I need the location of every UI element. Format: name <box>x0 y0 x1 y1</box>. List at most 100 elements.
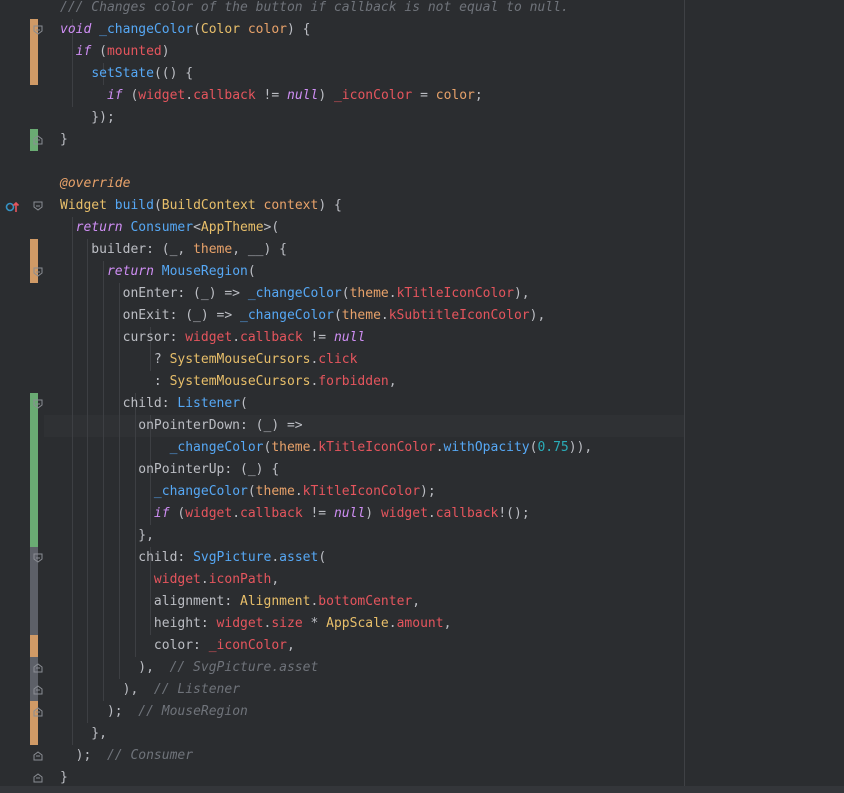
code-token: ), <box>529 308 546 323</box>
code-token: widget <box>380 506 428 521</box>
code-token: ( <box>91 44 107 59</box>
code-line[interactable]: height: widget.size * AppScale.amount, <box>60 613 451 635</box>
code-token: ( <box>193 22 201 37</box>
code-line[interactable]: setState(() { <box>60 63 193 85</box>
code-line[interactable]: }, <box>60 525 154 547</box>
code-token: ), <box>60 660 170 675</box>
code-token: != <box>302 330 334 345</box>
code-line[interactable]: if (widget.callback != null) _iconColor … <box>60 85 483 107</box>
code-line[interactable]: builder: (_, theme, __) { <box>60 239 287 261</box>
code-token: widget <box>138 88 186 103</box>
code-token: , __) { <box>232 242 287 257</box>
code-token: ), <box>60 682 154 697</box>
code-token: Color <box>200 22 241 37</box>
code-token: ? <box>60 352 170 367</box>
code-token: color <box>247 22 287 37</box>
code-line[interactable]: if (mounted) <box>60 41 170 63</box>
code-token: kTitleIconColor <box>318 440 436 455</box>
code-token: forbidden <box>318 374 389 389</box>
code-token: null <box>333 506 366 521</box>
code-token: . <box>388 286 397 301</box>
code-token: ( <box>240 396 248 411</box>
code-line[interactable]: : SystemMouseCursors.forbidden, <box>60 371 397 393</box>
code-token: callback <box>240 506 303 521</box>
code-token: if <box>153 506 170 521</box>
code-token: click <box>318 352 358 367</box>
code-line[interactable]: onEnter: (_) => _changeColor(theme.kTitl… <box>60 283 530 305</box>
code-token: , <box>443 616 452 631</box>
code-line[interactable]: ), // SvgPicture.asset <box>60 657 318 679</box>
code-token: . <box>232 506 241 521</box>
code-token: ( <box>247 264 256 279</box>
code-token: ( <box>341 286 350 301</box>
code-line[interactable]: child: SvgPicture.asset( <box>60 547 326 569</box>
code-line[interactable]: color: _iconColor, <box>60 635 295 657</box>
code-token: withOpacity <box>443 440 530 455</box>
code-token: kTitleIconColor <box>396 286 514 301</box>
code-token: . <box>271 550 280 565</box>
code-area[interactable]: /// Changes color of the button if callb… <box>0 0 844 793</box>
code-line[interactable]: child: Listener( <box>60 393 248 415</box>
horizontal-scrollbar[interactable] <box>0 786 844 793</box>
code-line[interactable]: onExit: (_) => _changeColor(theme.kSubti… <box>60 305 546 327</box>
code-token: asset <box>279 550 319 565</box>
code-token: theme <box>341 308 381 323</box>
code-token: theme <box>349 286 389 301</box>
code-line[interactable]: return Consumer<AppTheme>( <box>60 217 280 239</box>
code-token: ) { <box>287 22 311 37</box>
code-line[interactable]: cursor: widget.callback != null <box>60 327 366 349</box>
code-line[interactable]: ); // MouseRegion <box>60 701 248 723</box>
code-token: != <box>255 88 288 103</box>
code-token: cursor: <box>60 330 186 345</box>
code-line[interactable]: } <box>60 129 68 151</box>
code-line[interactable]: ); // Consumer <box>60 745 193 767</box>
code-line[interactable]: widget.iconPath, <box>60 569 279 591</box>
code-line[interactable]: /// Changes color of the button if callb… <box>60 0 569 19</box>
code-line[interactable]: _changeColor(theme.kTitleIconColor); <box>60 481 436 503</box>
code-line[interactable]: onPointerDown: (_) => <box>60 415 302 437</box>
code-token: . <box>380 308 389 323</box>
code-token: _changeColor <box>247 286 342 301</box>
code-line[interactable]: ), // Listener <box>60 679 240 701</box>
code-line[interactable]: onPointerUp: (_) { <box>60 459 279 481</box>
code-token: : <box>60 374 170 389</box>
code-token: . <box>185 88 194 103</box>
code-token: ; <box>474 88 483 103</box>
code-token: } <box>60 770 68 785</box>
code-line[interactable]: void _changeColor(Color color) { <box>60 19 310 41</box>
code-token: * <box>302 616 327 631</box>
code-token: theme <box>255 484 295 499</box>
code-token: widget <box>185 506 233 521</box>
code-token: color <box>435 88 475 103</box>
code-token: child: <box>60 396 178 411</box>
code-token: onPointerUp: (_) { <box>60 462 280 477</box>
code-token: size <box>271 616 303 631</box>
code-line[interactable]: if (widget.callback != null) widget.call… <box>60 503 530 525</box>
code-line[interactable]: }, <box>60 723 107 745</box>
code-token: _iconColor <box>208 638 287 653</box>
code-line[interactable]: Widget build(BuildContext context) { <box>60 195 342 217</box>
code-token: height: <box>60 616 217 631</box>
code-token: . <box>435 440 444 455</box>
code-line[interactable]: }); <box>60 107 115 129</box>
code-token: AppTheme <box>200 220 264 235</box>
code-line[interactable]: @override <box>60 173 130 195</box>
code-token: // Listener <box>153 682 241 697</box>
code-editor[interactable]: /// Changes color of the button if callb… <box>0 0 844 793</box>
code-token: ) <box>161 44 170 59</box>
code-token: Widget <box>60 198 107 213</box>
code-token: theme <box>271 440 311 455</box>
code-token: _changeColor <box>153 484 248 499</box>
code-line[interactable]: return MouseRegion( <box>60 261 256 283</box>
code-token: widget <box>153 572 201 587</box>
code-line[interactable]: alignment: Alignment.bottomCenter, <box>60 591 420 613</box>
code-line[interactable]: _changeColor(theme.kTitleIconColor.withO… <box>60 437 593 459</box>
code-token: . <box>232 330 241 345</box>
code-token: _changeColor <box>99 22 194 37</box>
code-line[interactable]: ? SystemMouseCursors.click <box>60 349 358 371</box>
